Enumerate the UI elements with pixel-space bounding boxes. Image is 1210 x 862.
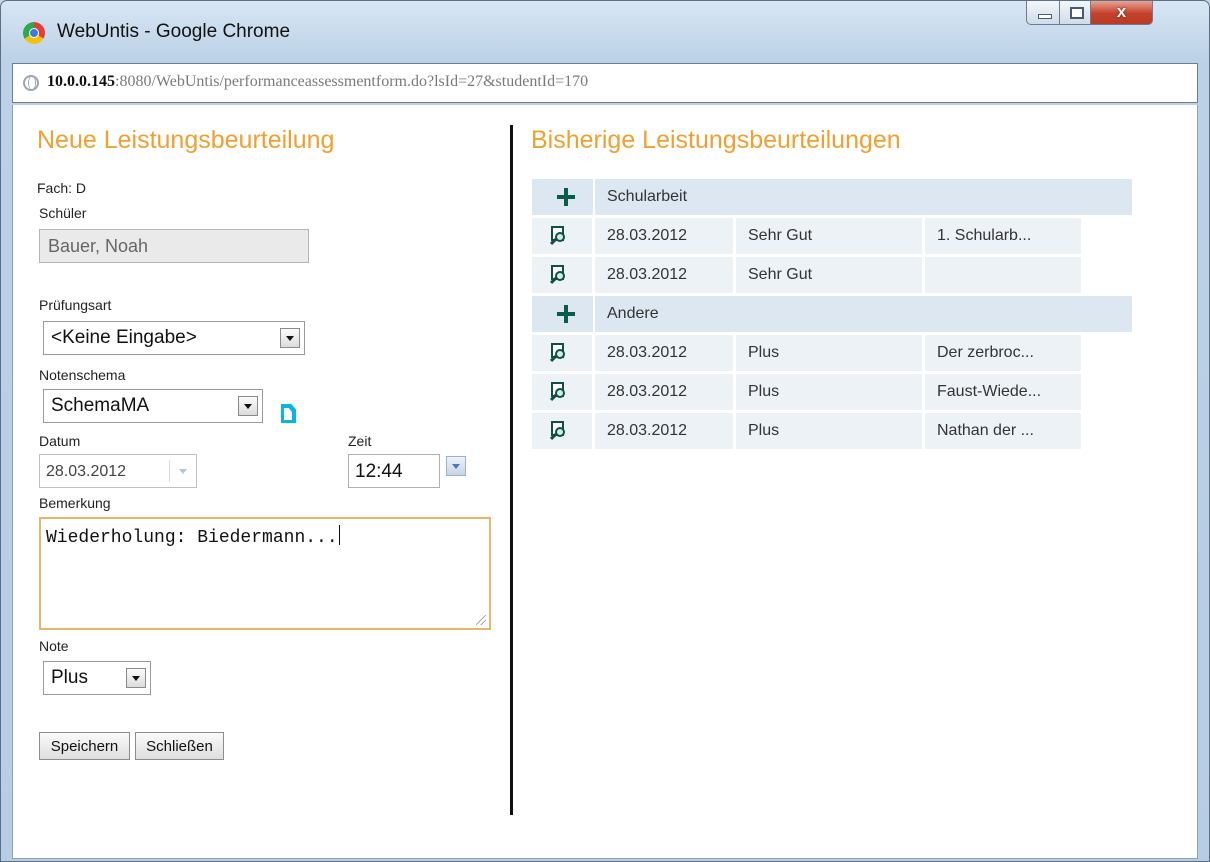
date-dropdown-icon[interactable] [179, 469, 187, 474]
dropdown-arrow-icon[interactable] [238, 396, 258, 416]
close-window-button[interactable]: x [1090, 1, 1153, 25]
group-row-andere: Andere [532, 296, 1132, 332]
form-heading: Neue Leistungsbeurteilung [37, 126, 335, 154]
table-row: 28.03.2012 Sehr Gut 1. Schularb... [532, 218, 1132, 254]
search-document-icon[interactable] [549, 265, 568, 285]
row-icon-cell [532, 335, 592, 371]
row-date: 28.03.2012 [595, 257, 733, 293]
search-document-icon[interactable] [549, 343, 568, 363]
grade-value: Plus [51, 667, 88, 688]
search-document-icon[interactable] [549, 226, 568, 246]
row-note: Der zerbroc... [925, 335, 1081, 371]
row-date: 28.03.2012 [595, 218, 733, 254]
row-note: Faust-Wiede... [925, 374, 1081, 410]
row-note: Nathan der ... [925, 413, 1081, 449]
group-separator [593, 179, 595, 215]
history-heading: Bisherige Leistungsbeurteilungen [531, 126, 901, 154]
group-row-schularbeit: Schularbeit [532, 179, 1132, 215]
chrome-logo-icon [23, 22, 45, 44]
exam-type-select[interactable]: <Keine Eingabe> [43, 321, 305, 355]
time-field[interactable]: 12:44 [348, 454, 440, 488]
globe-icon [23, 75, 39, 91]
time-label: Zeit [348, 433, 372, 449]
plus-icon[interactable] [556, 304, 576, 324]
search-document-icon[interactable] [549, 421, 568, 441]
table-row: 28.03.2012 Plus Nathan der ... [532, 413, 1132, 449]
date-label: Datum [39, 433, 81, 449]
minimize-button[interactable] [1026, 1, 1060, 25]
row-note [925, 257, 1081, 293]
student-field [39, 229, 309, 263]
group-name: Andere [607, 305, 659, 322]
remark-textarea[interactable]: Wiederholung: Biedermann... [39, 517, 491, 630]
dropdown-arrow-icon[interactable] [126, 668, 146, 688]
row-grade: Plus [736, 374, 922, 410]
row-icon-cell [532, 257, 592, 293]
url-host: 10.0.0.145 [47, 73, 115, 90]
row-date: 28.03.2012 [595, 374, 733, 410]
remark-label: Bemerkung [39, 495, 111, 511]
row-icon-cell [532, 374, 592, 410]
date-arrow-separator [169, 460, 170, 482]
scheme-select[interactable]: SchemaMA [43, 389, 263, 423]
page-content: Neue Leistungsbeurteilung Fach: D Schüle… [12, 105, 1198, 859]
row-date: 28.03.2012 [595, 413, 733, 449]
table-row: 28.03.2012 Sehr Gut [532, 257, 1132, 293]
browser-window: WebUntis - Google Chrome x 10.0.0.145:80… [0, 0, 1210, 862]
row-icon-cell [532, 413, 592, 449]
url-text: 10.0.0.145:8080/WebUntis/performanceasse… [47, 73, 588, 91]
plus-icon[interactable] [556, 187, 576, 207]
save-button[interactable]: Speichern [39, 732, 130, 760]
close-icon: x [1116, 2, 1127, 21]
row-grade: Sehr Gut [736, 218, 922, 254]
time-value: 12:44 [355, 461, 403, 482]
student-label: Schüler [39, 205, 87, 221]
time-dropdown-icon[interactable] [446, 456, 466, 476]
window-title: WebUntis - Google Chrome [57, 21, 291, 42]
resize-grip-icon[interactable] [476, 615, 486, 625]
row-note: 1. Schularb... [925, 218, 1081, 254]
group-name: Schularbeit [607, 188, 688, 205]
search-document-icon[interactable] [549, 382, 568, 402]
row-date: 28.03.2012 [595, 335, 733, 371]
row-grade: Plus [736, 413, 922, 449]
date-value: 28.03.2012 [46, 463, 127, 480]
subject-label: Fach: D [37, 180, 87, 196]
close-button[interactable]: Schließen [135, 732, 224, 760]
date-field[interactable]: 28.03.2012 [39, 454, 197, 488]
table-row: 28.03.2012 Plus Faust-Wiede... [532, 374, 1132, 410]
exam-type-label: Prüfungsart [39, 297, 112, 313]
scheme-value: SchemaMA [51, 395, 150, 416]
maximize-button[interactable] [1059, 1, 1091, 25]
dropdown-arrow-icon[interactable] [280, 328, 300, 348]
row-icon-cell [532, 218, 592, 254]
column-divider [510, 125, 513, 815]
grade-label: Note [39, 638, 69, 654]
group-separator [593, 296, 595, 332]
table-row: 28.03.2012 Plus Der zerbroc... [532, 335, 1132, 371]
remark-text: Wiederholung: Biedermann... [46, 525, 340, 548]
address-bar[interactable]: 10.0.0.145:8080/WebUntis/performanceasse… [12, 63, 1198, 103]
row-grade: Sehr Gut [736, 257, 922, 293]
scheme-label: Notenschema [39, 367, 126, 383]
new-document-icon[interactable] [281, 404, 296, 423]
exam-type-value: <Keine Eingabe> [51, 327, 197, 348]
grade-select[interactable]: Plus [43, 661, 151, 695]
history-table: Schularbeit 28.03.2012 Sehr Gut 1. Schul… [532, 179, 1132, 452]
title-bar: WebUntis - Google Chrome x [1, 1, 1209, 63]
row-grade: Plus [736, 335, 922, 371]
url-path: :8080/WebUntis/performanceassessmentform… [115, 73, 589, 90]
